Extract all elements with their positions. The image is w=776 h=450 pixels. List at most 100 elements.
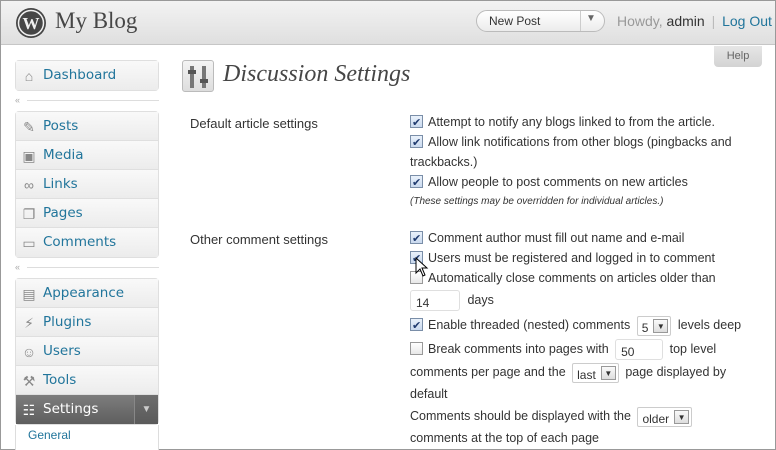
pushpin-icon: ✎ <box>23 119 35 135</box>
sidebar-item-settings[interactable]: ☷ Settings ▼ <box>16 395 158 424</box>
new-post-dropdown[interactable]: New Post ▼ <box>476 10 605 32</box>
select-value: last <box>577 367 596 382</box>
svg-text:W: W <box>23 14 40 33</box>
option-auto-close: Automatically close comments on articles… <box>410 268 716 288</box>
option-pingbacks: Allow link notifications from other blog… <box>410 132 732 172</box>
pages-icon: ❐ <box>22 206 36 222</box>
username-link[interactable]: admin <box>667 13 705 29</box>
option-label: Break comments into pages with <box>428 342 609 356</box>
comments-per-page-input[interactable]: 50 <box>615 339 664 361</box>
sidebar-item-label: Comments <box>43 234 117 250</box>
menu-group-content: ✎ Posts ▣ Media ∞ Links ❐ Pages ▭ Commen… <box>15 111 159 258</box>
paging-checkbox[interactable] <box>410 342 423 355</box>
per-page-label: comments per page and the <box>410 365 566 379</box>
sidebar-item-posts[interactable]: ✎ Posts <box>16 112 158 141</box>
new-post-label: New Post <box>489 14 541 28</box>
option-label: Allow people to post comments on new art… <box>428 175 688 189</box>
thread-depth-select[interactable]: 5 ▼ <box>636 315 672 336</box>
home-icon: ⌂ <box>24 68 34 84</box>
chevron-down-icon: ▼ <box>600 365 616 380</box>
option-comment-order: Comments should be displayed with the ol… <box>410 406 693 427</box>
override-note: (These settings may be overridden for in… <box>410 196 664 207</box>
option-close-days-row: 14 days <box>410 290 494 312</box>
wordpress-logo-icon[interactable]: W <box>15 7 47 39</box>
sidebar-item-label: Plugins <box>43 314 92 330</box>
submenu-toggle-arrow-icon[interactable]: ▼ <box>134 395 158 424</box>
auto-close-checkbox[interactable] <box>410 271 423 284</box>
collapse-arrow-icon[interactable]: « <box>15 95 25 105</box>
option-registered-only: Users must be registered and logged in t… <box>410 248 715 269</box>
pingbacks-checkbox[interactable] <box>410 133 423 153</box>
allow-comments-checkbox[interactable] <box>410 173 423 193</box>
order-suffix-label: comments at the top of each page <box>410 431 600 445</box>
howdy-label: Howdy, <box>617 13 663 29</box>
link-icon: ∞ <box>24 177 34 193</box>
option-notify-blogs: Attempt to notify any blogs linked to fr… <box>410 112 715 133</box>
sidebar-item-label: Tools <box>43 372 77 388</box>
option-label: Comment author must fill out name and e-… <box>428 231 685 245</box>
sidebar-item-label: Appearance <box>43 285 125 301</box>
submenu-item-general[interactable]: General <box>28 428 71 442</box>
option-label: Attempt to notify any blogs linked to fr… <box>428 115 715 129</box>
sidebar-item-media[interactable]: ▣ Media <box>16 141 158 170</box>
sidebar-item-pages[interactable]: ❐ Pages <box>16 199 158 228</box>
menu-group-admin: ▤ Appearance ⚡ Plugins ☺ Users ⚒ Tools ☷… <box>15 278 159 425</box>
sidebar-item-label: Links <box>43 176 78 192</box>
option-label: Enable threaded (nested) comments <box>428 318 631 332</box>
comment-order-select[interactable]: older ▼ <box>637 406 693 427</box>
option-threaded: Enable threaded (nested) comments 5▼ lev… <box>410 315 741 336</box>
sidebar-item-users[interactable]: ☺ Users <box>16 337 158 366</box>
top-level-label: top level <box>669 342 717 356</box>
option-default-page-row: comments per page and the last ▼ page dis… <box>410 362 726 383</box>
help-tab[interactable]: Help <box>714 46 762 67</box>
default-article-settings-label: Default article settings <box>190 116 318 131</box>
option-require-name-email: Comment author must fill out name and e-… <box>410 228 685 249</box>
close-days-input[interactable]: 14 <box>410 290 460 312</box>
page-title: Discussion Settings <box>223 61 411 87</box>
sidebar-item-comments[interactable]: ▭ Comments <box>16 228 158 257</box>
option-allow-comments: Allow people to post comments on new art… <box>410 172 688 193</box>
settings-page-icon <box>182 60 214 92</box>
option-label: Allow link notifications from other blog… <box>428 135 732 149</box>
sidebar-item-links[interactable]: ∞ Links <box>16 170 158 199</box>
user-greeting: Howdy, admin | Log Out <box>617 13 772 29</box>
registered-only-checkbox[interactable] <box>410 249 423 269</box>
sidebar-item-label: Media <box>43 147 84 163</box>
levels-deep-label: levels deep <box>677 318 742 332</box>
sidebar-item-label: Settings <box>43 401 99 417</box>
default-page-select[interactable]: last ▼ <box>572 362 619 383</box>
order-prefix-label: Comments should be displayed with the <box>410 409 631 423</box>
sidebar-item-plugins[interactable]: ⚡ Plugins <box>16 308 158 337</box>
threaded-comments-checkbox[interactable] <box>410 316 423 336</box>
logout-link[interactable]: Log Out <box>722 13 772 29</box>
sidebar-item-label: Pages <box>43 205 83 221</box>
menu-collapse-separator[interactable]: « <box>15 95 159 106</box>
sidebar-item-appearance[interactable]: ▤ Appearance <box>16 279 158 308</box>
sliders-icon <box>188 66 208 88</box>
require-name-email-checkbox[interactable] <box>410 229 423 249</box>
chevron-down-icon: ▼ <box>674 409 690 424</box>
other-comment-settings-label: Other comment settings <box>190 232 328 247</box>
greeting-separator: | <box>711 13 716 29</box>
plugin-icon: ⚡ <box>24 315 34 331</box>
users-icon: ☺ <box>21 344 37 360</box>
sidebar-item-label: Users <box>43 343 81 359</box>
collapse-arrow-icon[interactable]: « <box>15 262 25 272</box>
chevron-down-icon[interactable]: ▼ <box>586 13 596 24</box>
sidebar-item-label: Posts <box>43 118 79 134</box>
select-value: older <box>642 411 670 426</box>
chevron-down-icon: ▼ <box>653 318 669 333</box>
select-value: 5 <box>641 320 649 335</box>
site-title[interactable]: My Blog <box>55 8 137 34</box>
sidebar-item-dashboard[interactable]: ⌂ Dashboard <box>16 61 158 90</box>
appearance-icon: ▤ <box>22 286 36 302</box>
option-label: Users must be registered and logged in t… <box>428 251 715 265</box>
sidebar-item-tools[interactable]: ⚒ Tools <box>16 366 158 395</box>
menu-group-dashboard: ⌂ Dashboard <box>15 60 159 91</box>
days-label: days <box>467 293 494 307</box>
default-label: default <box>410 387 448 401</box>
notify-blogs-checkbox[interactable] <box>410 113 423 133</box>
menu-collapse-separator[interactable]: « <box>15 262 159 273</box>
admin-header: W My Blog New Post ▼ Howdy, admin | Log … <box>1 1 775 45</box>
media-icon: ▣ <box>22 148 36 164</box>
